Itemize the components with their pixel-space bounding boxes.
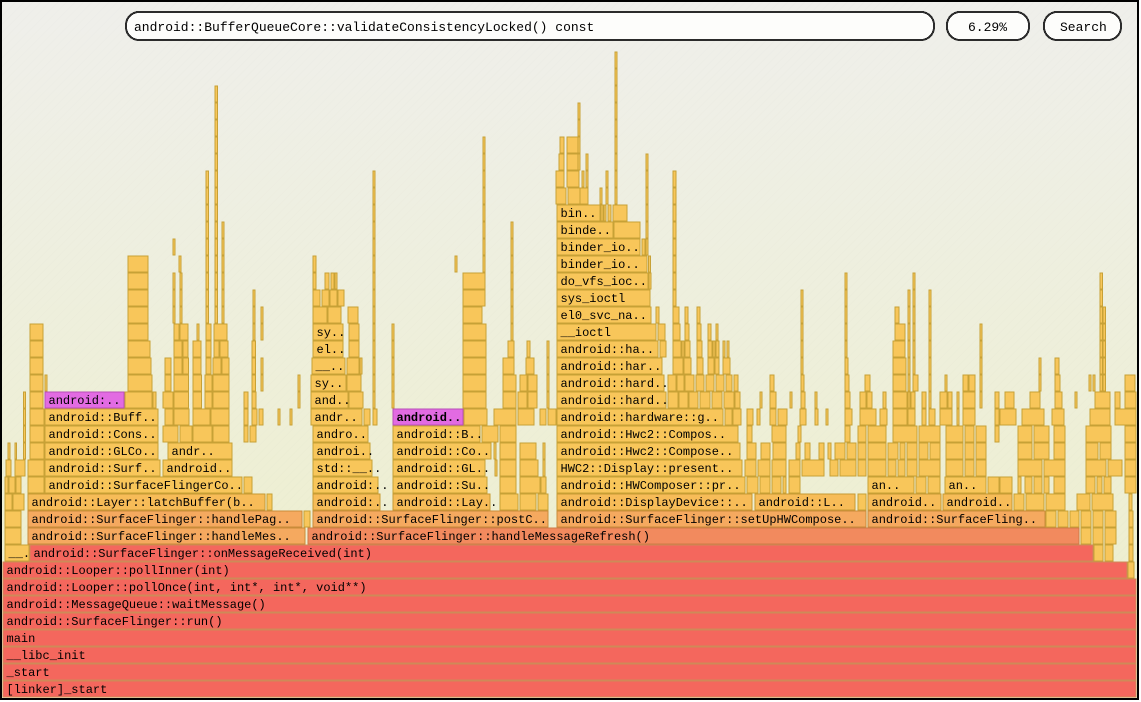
svg-text:android::Buff..: android::Buff.. — [49, 411, 157, 425]
svg-text:std::__..: std::__.. — [317, 462, 382, 476]
svg-text:android::L..: android::L.. — [759, 496, 845, 510]
svg-text:HWC2::Display::present..: HWC2::Display::present.. — [561, 462, 734, 476]
svg-text:andr..: andr.. — [315, 411, 358, 425]
svg-text:and..: and.. — [315, 394, 351, 408]
svg-text:android::BufferQueueCore::vali: android::BufferQueueCore::validateConsis… — [134, 20, 594, 35]
svg-text:android::Su..: android::Su.. — [397, 479, 491, 493]
svg-text:sy..: sy.. — [317, 326, 346, 340]
svg-text:binder_io..: binder_io.. — [561, 241, 640, 255]
svg-text:android::Hwc2::Compos..: android::Hwc2::Compos.. — [561, 428, 727, 442]
svg-text:android::hard..: android::hard.. — [561, 377, 669, 391]
svg-text:android::Looper::pollOnce(int,: android::Looper::pollOnce(int, int*, int… — [7, 581, 367, 595]
svg-text:_start: _start — [6, 666, 50, 680]
svg-text:android::SurfaceFlingerCo..: android::SurfaceFlingerCo.. — [49, 479, 243, 493]
svg-text:__libc_init: __libc_init — [6, 649, 86, 663]
svg-text:android::MessageQueue::waitMes: android::MessageQueue::waitMessage() — [7, 598, 266, 612]
svg-text:android::SurfaceFlinger::onMes: android::SurfaceFlinger::onMessageReceiv… — [34, 547, 372, 561]
svg-text:android:..: android:.. — [49, 394, 121, 408]
svg-text:[linker]_start: [linker]_start — [7, 683, 108, 697]
svg-text:android..: android.. — [947, 496, 1012, 510]
svg-text:android..: android.. — [397, 411, 462, 425]
svg-text:sys_ioctl: sys_ioctl — [561, 292, 626, 306]
svg-text:android::Lay..: android::Lay.. — [397, 496, 498, 510]
svg-text:android::Surf..: android::Surf.. — [49, 462, 157, 476]
svg-text:android:..: android:.. — [317, 496, 389, 510]
svg-text:main: main — [7, 632, 36, 646]
svg-text:android::DisplayDevice::..: android::DisplayDevice::.. — [561, 496, 748, 510]
svg-text:6.29%: 6.29% — [968, 20, 1007, 35]
svg-text:android::SurfaceFlinger::handl: android::SurfaceFlinger::handleMessageRe… — [312, 530, 650, 544]
svg-text:android::GLCo..: android::GLCo.. — [49, 445, 157, 459]
svg-text:bin..: bin.. — [561, 207, 597, 221]
svg-text:an..: an.. — [949, 479, 978, 493]
svg-text:__.: __. — [8, 547, 31, 561]
svg-text:android::B..: android::B.. — [397, 428, 483, 442]
svg-text:android::SurfaceFlinger::run(): android::SurfaceFlinger::run() — [7, 615, 223, 629]
svg-text:andr..: andr.. — [172, 445, 215, 459]
svg-text:android::SurfaceFlinger::handl: android::SurfaceFlinger::handleMes.. — [32, 530, 291, 544]
svg-text:Search: Search — [1060, 20, 1107, 35]
svg-text:el0_svc_na..: el0_svc_na.. — [561, 309, 647, 323]
svg-text:android::SurfaceFlinger::postC: android::SurfaceFlinger::postC.. — [317, 513, 547, 527]
svg-text:android::SurfaceFlinger::setUp: android::SurfaceFlinger::setUpHWCompose.… — [561, 513, 856, 527]
svg-text:android::Layer::latchBuffer(b.: android::Layer::latchBuffer(b.. — [32, 496, 255, 510]
svg-text:android::SurfaceFling..: android::SurfaceFling.. — [872, 513, 1038, 527]
svg-text:android::SurfaceFlinger::handl: android::SurfaceFlinger::handlePag.. — [32, 513, 291, 527]
svg-text:__..: __.. — [315, 360, 345, 374]
svg-text:android::hard..: android::hard.. — [561, 394, 669, 408]
svg-text:do_vfs_ioc..: do_vfs_ioc.. — [561, 275, 647, 289]
svg-text:an..: an.. — [872, 479, 901, 493]
svg-text:android..: android.. — [872, 496, 937, 510]
svg-text:android::Co..: android::Co.. — [397, 445, 491, 459]
svg-text:andro..: andro.. — [317, 428, 367, 442]
svg-text:android:..: android:.. — [317, 479, 389, 493]
svg-text:android::ha..: android::ha.. — [561, 343, 655, 357]
svg-text:android::har..: android::har.. — [561, 360, 662, 374]
svg-text:android::Cons..: android::Cons.. — [49, 428, 157, 442]
svg-text:sy..: sy.. — [315, 377, 344, 391]
svg-text:androi..: androi.. — [317, 445, 375, 459]
svg-text:android::HWComposer::pr..: android::HWComposer::pr.. — [561, 479, 741, 493]
svg-text:android::Looper::pollInner(int: android::Looper::pollInner(int) — [7, 564, 230, 578]
svg-text:android::hardware::g..: android::hardware::g.. — [561, 411, 719, 425]
svg-text:el..: el.. — [317, 343, 346, 357]
svg-text:android..: android.. — [167, 462, 232, 476]
svg-text:binder_io..: binder_io.. — [561, 258, 640, 272]
svg-text:binde..: binde.. — [561, 224, 611, 238]
svg-text:__ioctl: __ioctl — [560, 326, 611, 340]
svg-text:android::Hwc2::Compose..: android::Hwc2::Compose.. — [561, 445, 734, 459]
svg-text:android::GL..: android::GL.. — [397, 462, 491, 476]
